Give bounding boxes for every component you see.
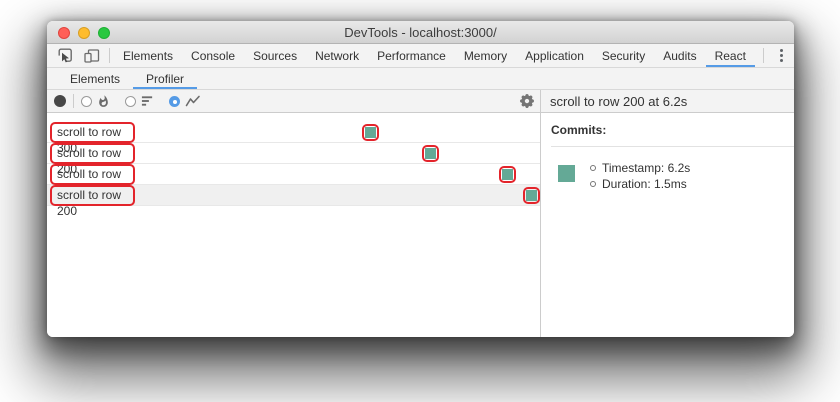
close-button[interactable] [58, 27, 70, 39]
main-tab-list: Elements Console Sources Network Performance… [114, 44, 755, 67]
tab-network[interactable]: Network [306, 44, 368, 67]
tab-console[interactable]: Console [182, 44, 244, 67]
flamegraph-radio[interactable] [81, 95, 92, 107]
commit-detail-item: Duration: 1.5ms [587, 176, 690, 192]
window-title: DevTools - localhost:3000/ [344, 24, 497, 40]
commit-swatch-icon[interactable] [558, 165, 575, 182]
main-tab-bar: Elements Console Sources Network Performance… [47, 44, 794, 68]
flame-icon[interactable] [97, 94, 110, 108]
commit-square-icon [526, 190, 537, 201]
device-toolbar-button[interactable] [79, 44, 105, 67]
commit-square-icon [502, 169, 513, 180]
interaction-row[interactable]: scroll to row 200 [47, 143, 540, 176]
commit-square-icon [365, 127, 376, 138]
zoom-button[interactable] [98, 27, 110, 39]
commit-marker[interactable] [362, 124, 379, 141]
commit-details-list: Timestamp: 6.2s Duration: 1.5ms [587, 160, 690, 192]
tab-audits[interactable]: Audits [654, 44, 705, 67]
inspect-element-button[interactable] [53, 44, 79, 67]
toolbar-divider [73, 94, 74, 108]
ranked-radio[interactable] [125, 95, 136, 107]
interaction-label[interactable]: scroll to row 300 [50, 122, 135, 155]
interaction-label[interactable]: scroll to row 300 [50, 164, 135, 197]
tab-security[interactable]: Security [593, 44, 654, 67]
tab-memory[interactable]: Memory [455, 44, 516, 67]
interactions-chart-icon[interactable] [185, 94, 201, 108]
desktop-background: DevTools - localhost:3000/ Elements Cons… [0, 0, 840, 402]
minimize-button[interactable] [78, 27, 90, 39]
sub-tab-elements[interactable]: Elements [57, 68, 133, 89]
profiler-toolbar [47, 90, 540, 113]
commit-entry[interactable]: Timestamp: 6.2s Duration: 1.5ms [551, 160, 794, 192]
settings-button[interactable] [520, 94, 534, 108]
more-options-button[interactable] [768, 44, 794, 67]
commits-heading: Commits: [551, 123, 607, 137]
tab-performance[interactable]: Performance [368, 44, 455, 67]
gear-icon [520, 94, 534, 108]
commits-panel: Commits: Timestamp: 6.2s Duration: 1.5ms [541, 113, 794, 337]
ranked-bars-icon[interactable] [141, 95, 154, 107]
toolbar-divider [109, 48, 110, 63]
interaction-row[interactable]: scroll to row 300 [47, 122, 540, 155]
commit-marker[interactable] [422, 145, 439, 162]
sub-tab-profiler[interactable]: Profiler [133, 68, 197, 89]
toolbar-divider [763, 48, 764, 63]
record-button[interactable] [54, 95, 66, 107]
interaction-label[interactable]: scroll to row 200 [50, 143, 135, 176]
tab-application[interactable]: Application [516, 44, 593, 67]
commit-marker[interactable] [499, 166, 516, 183]
inspect-cursor-icon [58, 48, 74, 63]
profiler-left-panel: scroll to row 300 scroll to row 200 scroll… [47, 90, 541, 337]
interaction-row[interactable]: scroll to row 300 [47, 164, 540, 197]
commit-square-icon [425, 148, 436, 159]
kebab-menu-icon [779, 49, 783, 52]
tab-sources[interactable]: Sources [244, 44, 306, 67]
interaction-label[interactable]: scroll to row 200 [50, 185, 135, 218]
interaction-row[interactable]: scroll to row 200 [47, 185, 540, 218]
commit-detail-item: Timestamp: 6.2s [587, 160, 690, 176]
interactions-radio[interactable] [169, 95, 180, 107]
titlebar[interactable]: DevTools - localhost:3000/ [47, 21, 794, 44]
commit-marker[interactable] [523, 187, 540, 204]
selected-interaction-header: scroll to row 200 at 6.2s [541, 90, 794, 113]
traffic-lights [58, 27, 110, 39]
profiler-right-panel: scroll to row 200 at 6.2s Commits: Times… [541, 90, 794, 337]
device-toolbar-icon [84, 48, 100, 63]
interactions-list: scroll to row 300 scroll to row 200 scroll… [47, 113, 540, 337]
tab-react[interactable]: React [706, 44, 755, 67]
profiler-main: scroll to row 300 scroll to row 200 scroll… [47, 90, 794, 337]
react-sub-tab-bar: Elements Profiler [47, 68, 794, 90]
tab-elements[interactable]: Elements [114, 44, 182, 67]
devtools-window: DevTools - localhost:3000/ Elements Cons… [47, 21, 794, 337]
commits-divider [551, 146, 794, 147]
